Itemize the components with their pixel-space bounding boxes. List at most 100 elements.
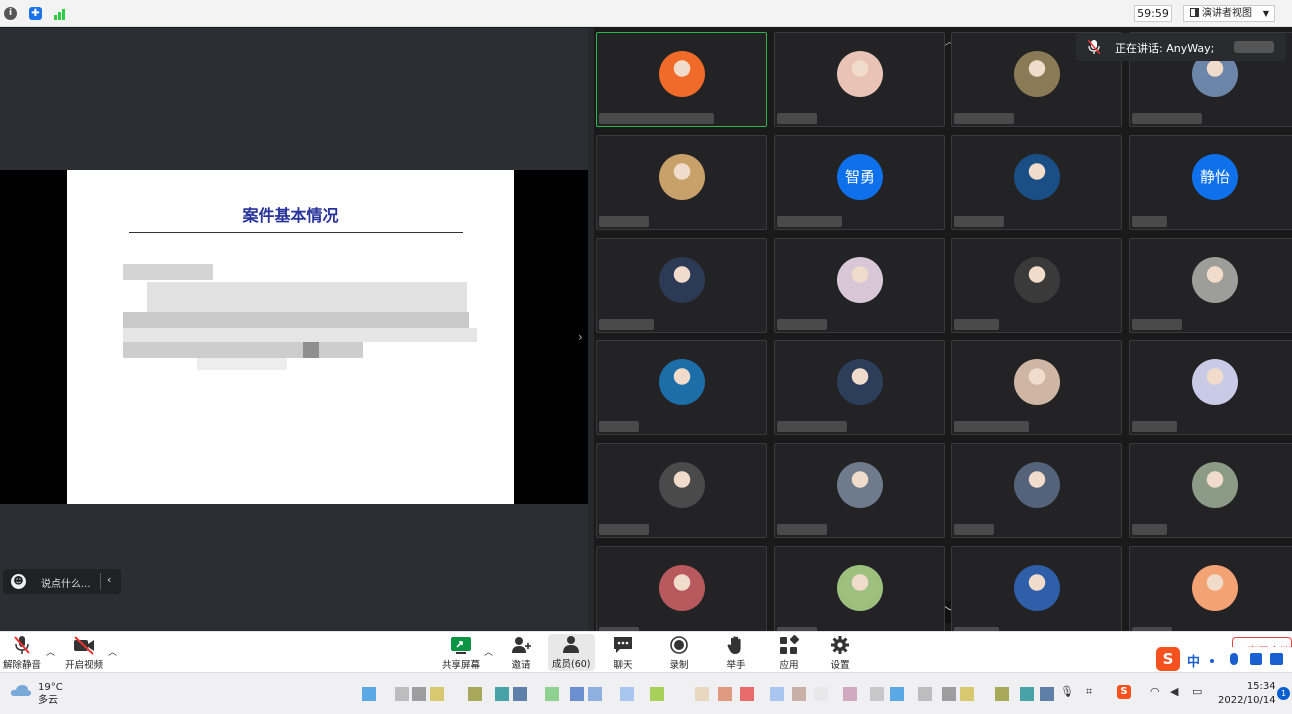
apps-button[interactable]: 应用 — [778, 635, 800, 671]
chat-button[interactable]: 聊天 — [612, 635, 634, 671]
participant-tile[interactable] — [1129, 546, 1292, 631]
participant-tile[interactable] — [951, 238, 1122, 333]
skin-icon[interactable] — [1270, 653, 1283, 665]
sogou-ime-icon[interactable]: S — [1156, 647, 1180, 671]
chat-divider — [100, 573, 101, 590]
taskbar-app-icon[interactable] — [412, 687, 426, 701]
taskbar-app-icon[interactable] — [890, 687, 904, 701]
participant-tile[interactable] — [951, 443, 1122, 538]
taskbar-app-icon[interactable] — [1020, 687, 1034, 701]
taskbar-app-icon[interactable] — [1040, 687, 1054, 701]
view-selector-label: 演讲者视图 — [1202, 8, 1252, 19]
participant-avatar — [1014, 565, 1060, 611]
taskbar-app-icon[interactable] — [843, 687, 857, 701]
taskbar-app-icon[interactable] — [570, 687, 584, 701]
signal-strength-icon[interactable] — [54, 7, 67, 20]
invite-button[interactable]: 邀请 — [510, 635, 532, 671]
taskbar-app-icon[interactable] — [995, 687, 1009, 701]
participants-button[interactable]: 成员(60) — [548, 634, 595, 671]
wifi-icon[interactable]: ◠ — [1150, 685, 1160, 698]
participant-tile[interactable] — [596, 238, 767, 333]
participant-tile[interactable] — [1129, 340, 1292, 435]
taskbar-app-icon[interactable] — [468, 687, 482, 701]
participant-tile[interactable] — [951, 546, 1122, 631]
taskbar-app-icon[interactable] — [792, 687, 806, 701]
video-options-chevron-icon[interactable]: ︿ — [108, 645, 117, 658]
view-selector[interactable]: 演讲者视图 ▼ — [1183, 5, 1275, 22]
taskbar-app-icon[interactable] — [695, 687, 709, 701]
start-video-button[interactable]: 开启视频 — [65, 635, 103, 671]
participant-tile[interactable] — [774, 32, 945, 127]
taskbar-app-icon[interactable] — [918, 687, 932, 701]
participant-tile[interactable] — [596, 546, 767, 631]
taskbar-app-icon[interactable] — [513, 687, 527, 701]
taskbar-app-icon[interactable] — [740, 687, 754, 701]
record-button[interactable]: 录制 — [668, 635, 690, 671]
taskbar-app-icon[interactable] — [545, 687, 559, 701]
chevron-right-icon[interactable]: › — [578, 330, 583, 344]
weather-widget[interactable]: 19°C 多云 — [38, 681, 63, 707]
participant-tile[interactable] — [951, 135, 1122, 230]
chevron-left-icon[interactable]: ‹ — [107, 573, 111, 586]
participant-avatar — [1192, 565, 1238, 611]
tray-network-adapter-icon[interactable]: ⌗ — [1086, 685, 1092, 699]
taskbar-app-icon[interactable] — [495, 687, 509, 701]
participant-name-tag — [954, 524, 994, 535]
participant-tile[interactable] — [1129, 238, 1292, 333]
participant-tile[interactable]: 智勇 — [774, 135, 945, 230]
cloudy-weather-icon — [10, 685, 32, 696]
emoji-icon[interactable]: ☻ — [11, 574, 26, 589]
participant-tile[interactable] — [596, 32, 767, 127]
taskbar-app-icon[interactable] — [362, 687, 376, 701]
participant-tile[interactable] — [774, 238, 945, 333]
info-icon[interactable]: i — [4, 7, 17, 20]
keyboard-icon[interactable] — [1250, 653, 1262, 665]
active-speaker-indicator: 正在讲话: AnyWay; — [1076, 33, 1286, 61]
ime-mode[interactable]: 中 — [1187, 651, 1200, 670]
participant-tile[interactable] — [1129, 443, 1292, 538]
taskbar-app-icon[interactable] — [718, 687, 732, 701]
audio-options-chevron-icon[interactable]: ︿ — [46, 645, 55, 658]
participant-tile[interactable] — [774, 340, 945, 435]
punctuation-icon[interactable] — [1210, 659, 1214, 663]
chevron-down-icon: ▼ — [1262, 9, 1269, 18]
taskbar-app-icon[interactable] — [770, 687, 784, 701]
participant-tile[interactable] — [774, 546, 945, 631]
participant-avatar — [837, 462, 883, 508]
taskbar-app-icon[interactable] — [650, 687, 664, 701]
share-options-chevron-icon[interactable]: ︿ — [484, 645, 493, 658]
share-screen-button[interactable]: 共享屏幕 — [442, 635, 480, 671]
taskbar-app-icon[interactable] — [620, 687, 634, 701]
notification-badge[interactable]: 1 — [1277, 687, 1290, 700]
redacted-text-block — [123, 342, 363, 358]
system-clock[interactable]: 15:34 2022/10/14 — [1218, 680, 1276, 708]
ime-mic-icon[interactable] — [1230, 653, 1238, 665]
taskbar-app-icon[interactable] — [870, 687, 884, 701]
participant-name-tag — [1132, 421, 1177, 432]
participant-tile[interactable] — [596, 443, 767, 538]
taskbar-app-icon[interactable] — [430, 687, 444, 701]
settings-button[interactable]: 设置 — [829, 635, 851, 671]
gear-icon — [831, 636, 849, 654]
add-user-icon — [512, 637, 531, 653]
participant-tile[interactable] — [596, 340, 767, 435]
participant-tile[interactable] — [596, 135, 767, 230]
participant-tile[interactable]: 静怡 — [1129, 135, 1292, 230]
participant-tile[interactable] — [774, 443, 945, 538]
taskbar-app-icon[interactable] — [395, 687, 409, 701]
raise-hand-button[interactable]: 举手 — [725, 635, 747, 671]
taskbar-app-icon[interactable] — [960, 687, 974, 701]
taskbar-app-icon[interactable] — [588, 687, 602, 701]
participant-avatar — [659, 257, 705, 303]
taskbar-app-icon[interactable] — [942, 687, 956, 701]
participant-tile[interactable] — [951, 340, 1122, 435]
battery-icon[interactable]: ▭ — [1192, 685, 1202, 698]
shield-icon[interactable]: ✚ — [29, 7, 42, 20]
taskbar-app-icon[interactable] — [814, 687, 828, 701]
tray-mic-icon[interactable]: 🎙 — [1060, 685, 1074, 698]
unmute-button[interactable]: 解除静音 — [3, 635, 41, 671]
chat-input[interactable]: ☻ 说点什么... ‹ — [3, 569, 121, 594]
redacted-text-block — [123, 264, 213, 280]
speaker-icon[interactable]: ◀ — [1170, 685, 1178, 698]
tray-sogou-icon[interactable]: S — [1117, 685, 1131, 699]
